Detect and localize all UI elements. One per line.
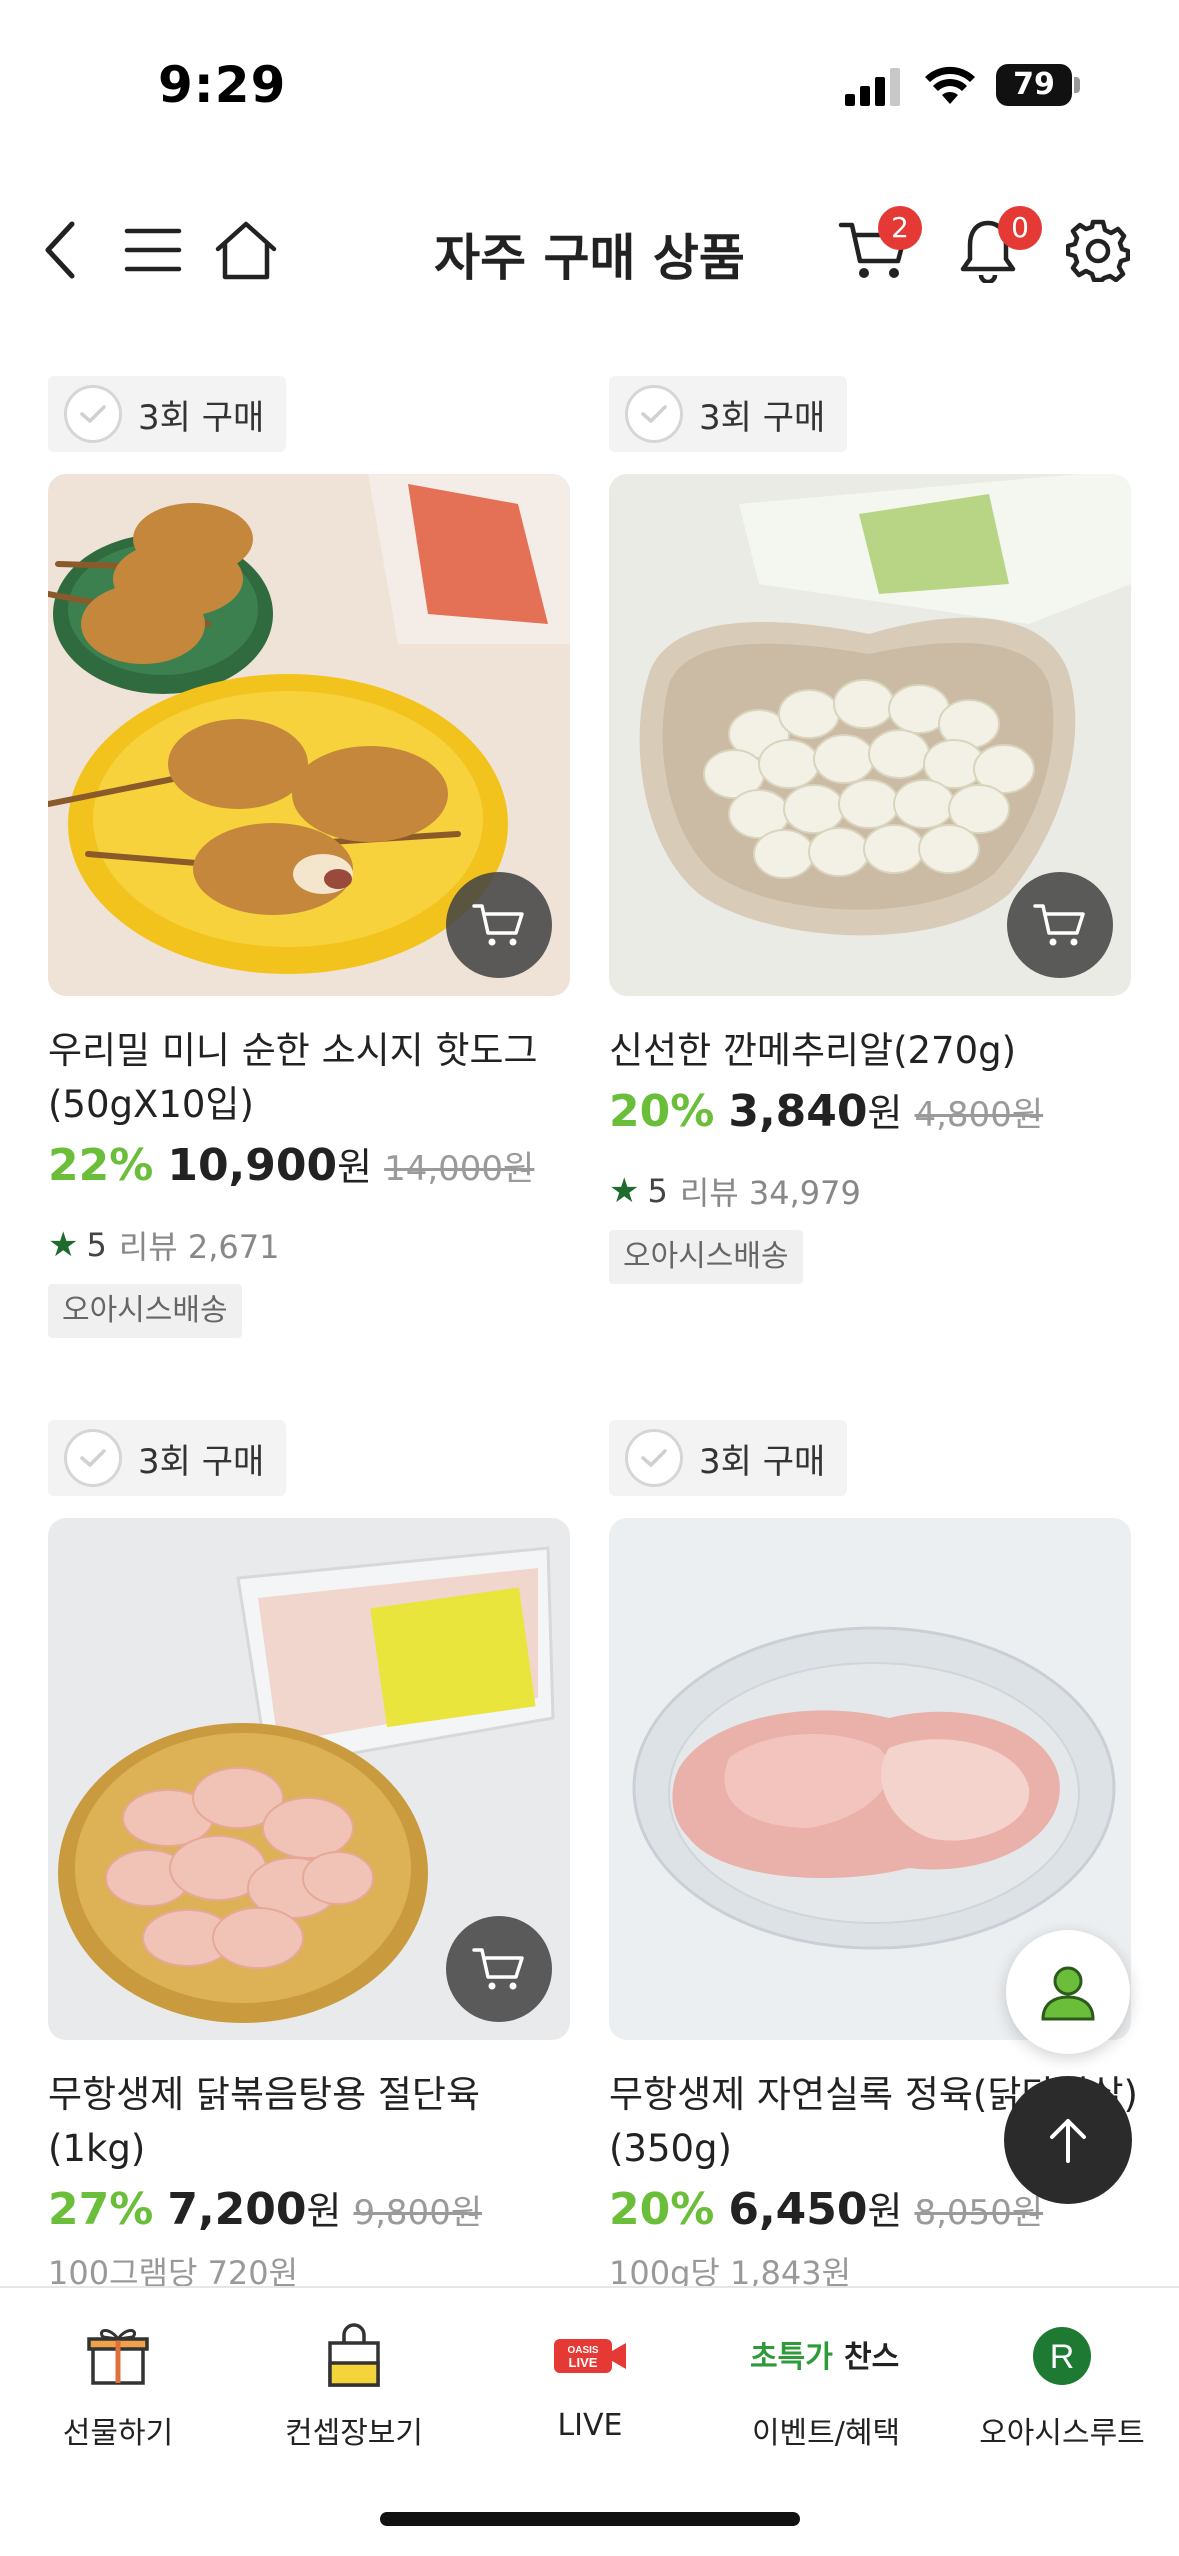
tab-oasis-route[interactable]: R 오아시스루트 — [944, 2318, 1179, 2468]
buy-count-badge[interactable]: 3회 구매 — [48, 1420, 287, 1496]
review-count: 리뷰 2,671 — [118, 1228, 280, 1266]
scroll-to-top-button[interactable] — [1004, 2076, 1132, 2204]
original-price: 8,050원 — [914, 2193, 1044, 2233]
currency-unit: 원 — [867, 1091, 903, 1135]
tab-live[interactable]: OASIS LIVE LIVE — [472, 2318, 708, 2468]
tab-label: LIVE — [557, 2408, 623, 2443]
wifi-icon — [925, 66, 975, 104]
my-page-floating-button[interactable] — [1006, 1930, 1130, 2054]
cart-icon — [1033, 904, 1085, 946]
star-icon: ★ — [609, 1171, 640, 1211]
product-image[interactable] — [48, 1518, 570, 2040]
tab-label: 선물하기 — [62, 2416, 174, 2451]
original-price: 9,800원 — [353, 2193, 483, 2233]
tab-concept-shopping[interactable]: 컨셉장보기 — [236, 2318, 472, 2468]
price-row: 22% 10,900 원 14,000원 — [48, 1136, 534, 1191]
product-name[interactable]: 우리밀 미니 순한 소시지 핫도그 (50gX10입) — [48, 1024, 578, 1132]
notification-count-badge: 0 — [998, 206, 1042, 250]
battery-icon: 79 — [996, 64, 1080, 106]
discount-rate: 22% — [48, 1140, 154, 1191]
sale-price: 3,840 — [728, 1086, 868, 1137]
product-image[interactable] — [48, 474, 570, 996]
sale-price: 7,200 — [167, 2184, 307, 2235]
rating-row: ★ 5 리뷰 2,671 — [48, 1222, 280, 1268]
add-to-cart-button[interactable] — [446, 1916, 552, 2022]
product-name[interactable]: 무항생제 닭볶음탕용 절단육 (1kg) — [48, 2068, 578, 2176]
gear-icon — [1066, 219, 1130, 282]
tab-label: 컨셉장보기 — [285, 2416, 423, 2451]
sale-price: 10,900 — [167, 1140, 338, 1191]
tab-label: 오아시스루트 — [979, 2416, 1145, 2451]
buy-count-label: 3회 구매 — [138, 1441, 265, 1482]
arrow-up-icon — [1050, 2119, 1086, 2163]
gift-icon — [87, 2329, 149, 2385]
delivery-tag: 오아시스배송 — [48, 1284, 242, 1338]
battery-level: 79 — [996, 64, 1072, 106]
review-count: 리뷰 34,979 — [679, 1174, 861, 1212]
svg-text:찬스: 찬스 — [844, 2340, 899, 2375]
currency-unit: 원 — [867, 2189, 903, 2233]
buy-count-label: 3회 구매 — [699, 1441, 826, 1482]
rating-row: ★ 5 리뷰 34,979 — [609, 1168, 861, 1214]
price-row: 20% 3,840 원 4,800원 — [609, 1082, 1043, 1137]
buy-count-badge[interactable]: 3회 구매 — [609, 1420, 848, 1496]
settings-button[interactable] — [1058, 210, 1138, 290]
status-time: 9:29 — [158, 56, 287, 114]
check-icon[interactable] — [625, 1429, 683, 1487]
buy-count-label: 3회 구매 — [699, 397, 826, 438]
cart-icon — [472, 1948, 524, 1990]
cellular-signal-icon — [845, 68, 900, 106]
currency-unit: 원 — [337, 1145, 373, 1189]
svg-text:초특가: 초특가 — [750, 2340, 833, 2375]
product-card[interactable]: 3회 구매 우리밀 미니 순한 소시지 핫도그 (50gX10입) 22% 10… — [48, 376, 570, 1346]
tab-events[interactable]: 초특가 찬스 이벤트/혜택 — [708, 2318, 944, 2468]
original-price: 4,800원 — [914, 1095, 1044, 1135]
header: 자주 구매 상품 2 0 — [0, 180, 1179, 320]
add-to-cart-button[interactable] — [1007, 872, 1113, 978]
product-image[interactable] — [609, 474, 1131, 996]
product-card[interactable]: 3회 구매 신선한 깐메추리알(270g) 20% 3,840 원 4,800원… — [609, 376, 1131, 1296]
price-row: 27% 7,200 원 9,800원 — [48, 2180, 482, 2235]
check-icon[interactable] — [64, 385, 122, 443]
product-card[interactable]: 3회 구매 무항생제 닭볶음탕용 절단육 (1kg) 27% 7,200 원 9… — [48, 1420, 570, 2292]
add-to-cart-button[interactable] — [446, 872, 552, 978]
discount-rate: 20% — [609, 2184, 715, 2235]
shopping-bag-icon — [328, 2323, 380, 2387]
home-indicator — [380, 2512, 800, 2526]
check-icon[interactable] — [625, 385, 683, 443]
tab-gift[interactable]: 선물하기 — [0, 2318, 236, 2468]
product-name[interactable]: 신선한 깐메추리알(270g) — [609, 1024, 1139, 1078]
person-icon — [1041, 1966, 1095, 2021]
price-row: 20% 6,450 원 8,050원 — [609, 2180, 1043, 2235]
status-bar: 9:29 79 — [0, 0, 1179, 150]
cart-icon — [472, 904, 524, 946]
currency-unit: 원 — [306, 2189, 342, 2233]
buy-count-label: 3회 구매 — [138, 397, 265, 438]
buy-count-badge[interactable]: 3회 구매 — [609, 376, 848, 452]
star-icon: ★ — [48, 1225, 79, 1265]
check-icon[interactable] — [64, 1429, 122, 1487]
svg-text:LIVE: LIVE — [569, 2355, 598, 2370]
cart-count-badge: 2 — [878, 206, 922, 250]
sale-price: 6,450 — [728, 2184, 868, 2235]
original-price: 14,000원 — [384, 1149, 535, 1189]
discount-rate: 20% — [609, 1086, 715, 1137]
discount-rate: 27% — [48, 2184, 154, 2235]
route-r-icon: R — [1033, 2327, 1091, 2385]
tab-label: 이벤트/혜택 — [751, 2416, 901, 2451]
special-chance-icon: 초특가 찬스 — [750, 2340, 899, 2375]
delivery-tag: 오아시스배송 — [609, 1230, 803, 1284]
rating-score: 5 — [86, 1226, 107, 1264]
buy-count-badge[interactable]: 3회 구매 — [48, 376, 287, 452]
rating-score: 5 — [647, 1172, 668, 1210]
oasis-live-icon: OASIS LIVE — [554, 2339, 626, 2373]
svg-text:R: R — [1050, 2338, 1075, 2376]
